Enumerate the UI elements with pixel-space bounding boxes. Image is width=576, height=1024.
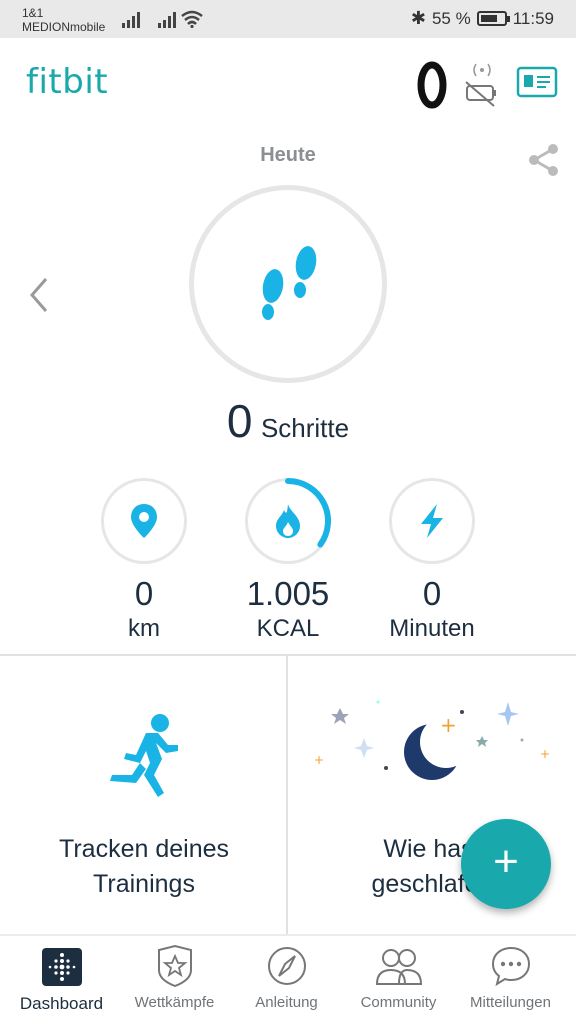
previous-day-arrow-icon[interactable] (28, 276, 50, 314)
bottom-navigation: Dashboard Wettkämpfe Anleitung Community… (0, 934, 576, 1024)
nav-label-community: Community (360, 994, 437, 1011)
calories-ring (245, 478, 331, 564)
exercise-tile-text: Tracken deines Trainings (0, 832, 288, 902)
bluetooth-icon: ✱ (410, 8, 426, 28)
profile-card-icon[interactable] (516, 66, 558, 100)
signal-icon (122, 12, 140, 28)
nav-item-challenges[interactable]: Wettkämpfe (117, 942, 232, 1011)
nav-item-dashboard[interactable]: Dashboard (4, 942, 119, 1014)
compass-icon (267, 947, 306, 985)
tracker-band-icon[interactable] (414, 60, 450, 110)
steps-value: 0 (226, 395, 253, 447)
nav-label-dashboard: Dashboard (19, 994, 104, 1013)
dashboard-icon (41, 948, 82, 986)
nav-label-guidance: Anleitung (255, 994, 318, 1011)
fitbit-dashboard-screen: 1&1 MEDIONmobile ✱ 55 % 11:59 fitbit Heu… (0, 0, 576, 1024)
moon-stars-icon: + + + (314, 700, 550, 780)
carrier-label: 1&1 MEDIONmobile (22, 6, 105, 34)
nav-item-guidance[interactable]: Anleitung (229, 942, 344, 1011)
calories-stat[interactable]: 1.005 KCAL (238, 478, 338, 644)
steps-label: Schritte (260, 413, 350, 443)
running-person-icon (110, 714, 178, 797)
svg-text:+: + (314, 753, 324, 767)
sync-off-icon[interactable] (462, 60, 498, 110)
nav-label-challenges: Wettkämpfe (134, 994, 215, 1011)
date-title: Heute (260, 144, 316, 166)
fitbit-logo: fitbit (26, 62, 109, 102)
community-icon (375, 949, 422, 985)
calories-value: 1.005 (246, 575, 330, 612)
active-minutes-unit: Minuten (389, 615, 475, 642)
status-bar: 1&1 MEDIONmobile ✱ 55 % 11:59 (0, 0, 576, 38)
signal-icon (158, 12, 176, 28)
svg-text:+: + (440, 713, 457, 737)
battery-icon (476, 11, 510, 26)
carrier-line-1: 1&1 (22, 6, 44, 20)
exercise-line-1: Tracken deines (59, 835, 229, 863)
location-pin-icon (131, 504, 157, 538)
lightning-icon (421, 504, 443, 538)
svg-text:+: + (540, 747, 550, 761)
carrier-line-2: MEDIONmobile (22, 20, 106, 34)
wifi-icon (181, 10, 203, 28)
footsteps-icon (262, 246, 317, 320)
battery-percent: 55 % (431, 8, 471, 28)
active-minutes-value: 0 (422, 575, 442, 612)
distance-value: 0 (134, 575, 154, 612)
flame-icon (276, 504, 300, 538)
nav-item-community[interactable]: Community (341, 942, 456, 1011)
steps-summary: 0 Schritte (0, 394, 576, 448)
add-fab-button[interactable]: + (461, 819, 551, 909)
distance-unit: km (128, 615, 160, 642)
messages-icon (491, 946, 530, 987)
exercise-tile[interactable]: Tracken deines Trainings (0, 656, 288, 936)
active-minutes-stat[interactable]: 0 Minuten (382, 478, 482, 644)
active-minutes-ring (389, 478, 475, 564)
exercise-line-2: Trainings (93, 870, 195, 898)
status-right: ✱ 55 % 11:59 (411, 8, 554, 29)
nav-item-messages[interactable]: Mitteilungen (453, 942, 568, 1011)
distance-ring (101, 478, 187, 564)
clock: 11:59 (512, 8, 554, 28)
nav-label-messages: Mitteilungen (470, 994, 551, 1011)
calories-unit: KCAL (256, 615, 320, 642)
distance-stat[interactable]: 0 km (94, 478, 194, 644)
challenges-star-icon (157, 944, 192, 988)
share-icon[interactable] (526, 142, 562, 178)
